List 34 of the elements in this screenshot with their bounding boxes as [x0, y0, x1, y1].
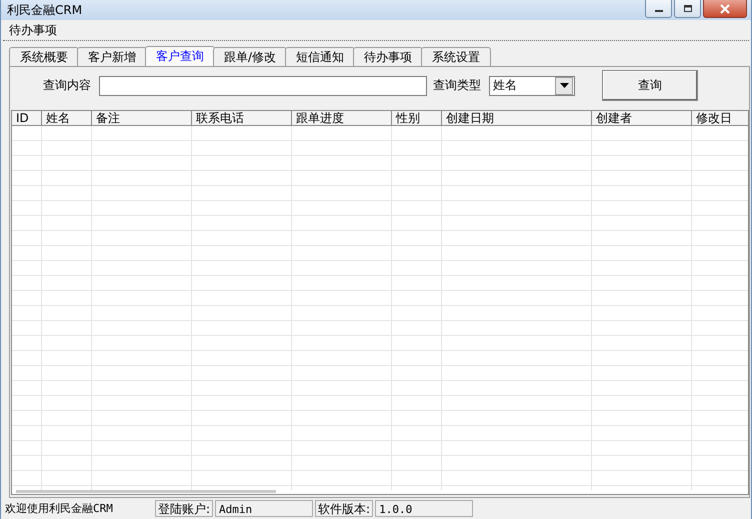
close-button[interactable] [703, 0, 747, 18]
status-value: Admin [215, 500, 314, 516]
tab[interactable]: 短信通知 [285, 47, 356, 66]
caret-icon [560, 83, 568, 88]
search-field[interactable] [99, 76, 427, 96]
close-icon [719, 4, 731, 14]
tab[interactable]: 客户新增 [77, 47, 147, 66]
status-label: 软件版本: [315, 500, 374, 516]
column-header[interactable]: 创建者 [592, 111, 692, 126]
column-header[interactable]: 性别 [392, 111, 442, 126]
minimize-button[interactable] [645, 0, 672, 18]
tab[interactable]: 跟单/修改 [213, 47, 288, 66]
query-type-dropdown[interactable]: 姓名 [489, 76, 575, 96]
column-header[interactable]: 姓名 [42, 111, 92, 126]
column-header[interactable]: 备注 [92, 111, 192, 126]
column-header[interactable]: 创建日期 [442, 111, 592, 126]
search-button[interactable]: 查询 [602, 70, 698, 101]
status-value: 1.0.0 [375, 500, 474, 516]
tab[interactable]: 系统概要 [9, 47, 79, 66]
window-title: 利民金融CRM [7, 2, 82, 18]
maximize-icon [682, 4, 692, 12]
status-message: 欢迎使用利民金融CRM [5, 500, 114, 516]
query-type-label: 查询类型 [433, 77, 481, 94]
tab[interactable]: 待办事项 [353, 47, 424, 66]
column-header[interactable]: 修改日 [692, 111, 748, 126]
column-header[interactable]: 跟单进度 [292, 111, 392, 126]
tab[interactable]: 客户查询 [145, 46, 215, 66]
status-label: 登陆账户: [155, 500, 214, 516]
search-label: 查询内容 [43, 77, 91, 94]
menu-item[interactable]: 待办事项 [5, 22, 61, 38]
maximize-button[interactable] [674, 0, 701, 18]
column-header[interactable]: ID [12, 111, 42, 126]
column-header[interactable]: 联系电话 [192, 111, 292, 126]
tab[interactable]: 系统设置 [421, 47, 492, 66]
